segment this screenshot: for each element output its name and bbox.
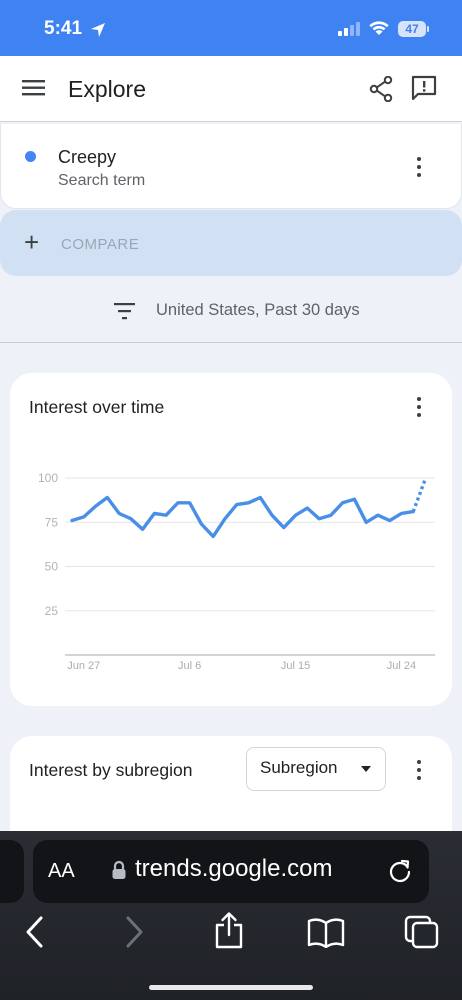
page-title: Explore xyxy=(68,76,146,102)
y-tick-label: 50 xyxy=(45,560,59,574)
battery-tip xyxy=(427,26,429,32)
status-time: 5:41 xyxy=(44,18,83,39)
y-tick-label: 100 xyxy=(38,471,58,485)
wifi-icon xyxy=(369,21,389,35)
filter-row[interactable]: United States, Past 30 days xyxy=(0,290,462,343)
subregion-select-value: Subregion xyxy=(260,758,338,777)
filter-text: United States, Past 30 days xyxy=(156,301,360,319)
status-bar: 5:41 47 xyxy=(0,0,462,56)
filter-icon xyxy=(114,303,135,320)
share-icon[interactable] xyxy=(369,76,393,102)
x-tick-label: Jul 6 xyxy=(178,660,201,672)
location-arrow-icon xyxy=(91,23,105,37)
hamburger-menu-icon[interactable] xyxy=(22,78,46,98)
search-term-name: Creepy xyxy=(58,147,117,167)
compare-button[interactable]: + COMPARE xyxy=(0,210,462,276)
cellular-signal-icon xyxy=(338,22,360,36)
x-tick-label: Jul 24 xyxy=(387,660,416,672)
previous-tab-peek[interactable] xyxy=(0,840,24,903)
y-tick-label: 75 xyxy=(45,515,59,529)
search-term-card[interactable]: Creepy Search term xyxy=(0,124,462,209)
battery-indicator: 47 xyxy=(398,21,426,37)
share-sheet-icon[interactable] xyxy=(213,911,245,949)
back-icon[interactable] xyxy=(25,915,45,949)
tabs-icon[interactable] xyxy=(404,915,440,949)
x-tick-label: Jun 27 xyxy=(67,660,100,672)
browser-toolbar: AA trends.google.com xyxy=(0,831,462,1000)
app-bar: Explore xyxy=(0,56,462,122)
x-tick-label: Jul 15 xyxy=(281,660,310,672)
compare-label: COMPARE xyxy=(61,236,140,253)
subregion-more-options-icon[interactable] xyxy=(416,760,422,780)
plus-icon: + xyxy=(24,227,40,257)
forward-icon[interactable] xyxy=(124,915,144,949)
subregion-title: Interest by subregion xyxy=(29,760,193,780)
url-text: trends.google.com xyxy=(135,855,333,882)
interest-over-time-chart: 100 75 50 25 Jun 27 Jul 6 Jul 15 Jul 24 xyxy=(38,471,435,672)
term-color-dot xyxy=(25,151,36,162)
subregion-select[interactable]: Subregion xyxy=(246,747,386,791)
search-term-label: Search term xyxy=(58,172,146,189)
reader-text-size-button[interactable]: AA xyxy=(48,860,75,883)
bookmarks-icon[interactable] xyxy=(307,918,345,948)
home-indicator xyxy=(149,985,313,990)
address-bar[interactable]: AA trends.google.com xyxy=(33,840,429,903)
y-tick-label: 25 xyxy=(45,604,59,618)
feedback-icon[interactable] xyxy=(411,75,437,101)
lock-icon xyxy=(112,860,126,879)
interest-over-time-card: Interest over time 100 75 50 25 Jun 27 Jul 6J… xyxy=(10,373,452,706)
dropdown-caret-icon xyxy=(361,766,371,772)
reload-icon[interactable] xyxy=(387,858,413,884)
more-options-icon[interactable] xyxy=(416,157,422,177)
aa-label: AA xyxy=(48,860,75,882)
series-line-partial xyxy=(411,479,427,513)
series-line-creepy xyxy=(70,495,415,539)
